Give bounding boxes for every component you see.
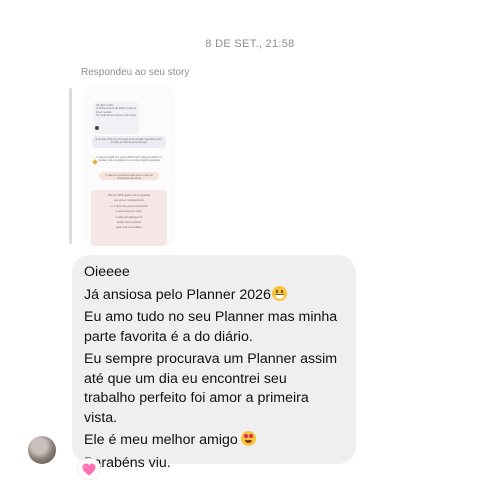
message-line: Eu sempre procurava um Planner assim (84, 351, 338, 367)
message-reaction[interactable] (78, 459, 100, 479)
message-line-text: Ele é meu melhor amigo (84, 432, 238, 448)
message-line: parte favorita é a do diário. (84, 328, 253, 345)
story-pink-line: Planner 2026 ajuda você a organizar (107, 194, 151, 197)
story-pink-line: e no dia a dia, para acompanhar (110, 204, 148, 208)
cat-icon (95, 126, 99, 130)
message-line: Oieeee (84, 264, 130, 280)
story-preview-thumbnail[interactable]: Oii, Bom tarde! A minha caneca do 2026 é… (83, 86, 175, 246)
story-pink-line: A cada ano planejamos (115, 215, 143, 219)
message-line: trabalho perfeito foi amor a primeira (84, 390, 309, 406)
story-pink-line: seu ano em planejamento (114, 199, 144, 203)
message-line: Parabéns viu. (84, 454, 171, 471)
story-price-card: O planner 2026 tem preço 2026! Vai! O pl… (96, 156, 162, 163)
message-line: Eu amo tudo no seu Planner mas minha (84, 309, 338, 325)
grinning-face-icon (271, 285, 287, 301)
message-line: vista. (84, 409, 118, 426)
message-line: até que um dia eu encontrei seu (84, 370, 287, 387)
message-line: Ele é meu melhor amigo (84, 431, 344, 451)
message-line-text: Já ansiosa pelo Planner 2026 (84, 286, 271, 303)
story-qa-card: Oii, Bom tarde! A minha caneca do 2026 é… (93, 102, 139, 134)
story-pill-card: O planner é inclusivo todo ano e a dor a… (99, 172, 159, 180)
message-line: Já ansiosa pelo Planner 2026 (84, 285, 344, 306)
pink-heart-icon (82, 463, 96, 475)
story-pink-line: ainda mais conteúdo (117, 221, 141, 225)
story-pink-line: para você e seu diário. (115, 226, 143, 230)
sender-avatar[interactable] (28, 436, 56, 464)
story-pink-line: e para estar com você. (115, 210, 143, 214)
story-qa-line: Vou chamar de vocês no dia 3 para a data (96, 114, 136, 118)
story-info-card: É preciso criar um cronograma de tarefas… (92, 136, 166, 148)
heart-eyes-face-icon (240, 431, 256, 446)
story-pink-card: Planner 2026 ajuda você a organizar seu … (91, 190, 167, 246)
message-timestamp: 8 DE SET., 21:58 (205, 38, 295, 50)
story-reply-label: Respondeu ao seu story (81, 67, 190, 78)
message-bubble[interactable]: Oieeee Já ansiosa pelo Planner 2026 Eu a… (72, 255, 356, 471)
story-reply-indicator (69, 88, 72, 244)
